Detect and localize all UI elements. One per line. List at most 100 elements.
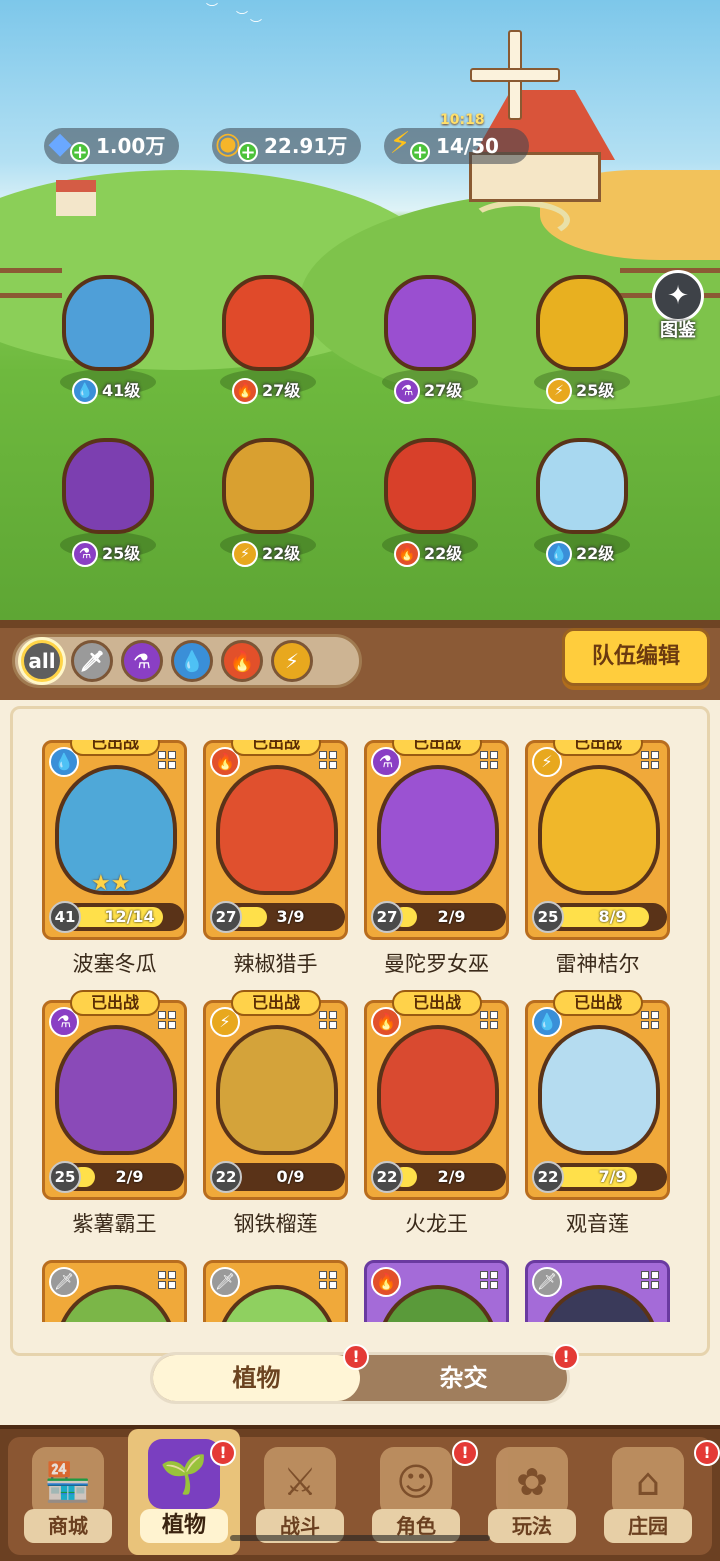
- lightning-icon: ⚡: [284, 649, 300, 673]
- card-frame: 🔥 27 3/9: [203, 740, 348, 940]
- field-plant[interactable]: 🔥 22级: [360, 418, 500, 568]
- plant-card[interactable]: 已出战 🔥 22 2/9 火龙王: [364, 990, 509, 1238]
- gem-amount: 1.00万: [96, 134, 166, 158]
- energy-amount: 14/50: [436, 134, 499, 158]
- plant-card[interactable]: 已出战 ⚗ 27 2/9 曼陀罗女巫: [364, 740, 509, 978]
- plant-card[interactable]: 已出战 ⚡ 25 8/9 雷神桔尔: [525, 740, 670, 978]
- plant-card[interactable]: 🗡: [203, 1260, 348, 1322]
- thunder-icon: ⚡: [546, 378, 572, 404]
- gallery-label: 图鉴: [660, 320, 696, 341]
- bird-icon: ︶: [250, 18, 263, 32]
- field-plant[interactable]: 💧 22级: [512, 418, 652, 568]
- field-plant[interactable]: 💧 41级: [38, 255, 178, 405]
- card-frame: ⚗ 25 2/9: [42, 1000, 187, 1200]
- field-plant[interactable]: 🔥 27级: [198, 255, 338, 405]
- plant-portrait: [538, 765, 660, 895]
- nav-label: 商城: [24, 1509, 112, 1543]
- filter-bar: all 🗡 ⚗ 💧 🔥 ⚡ 队伍编辑: [0, 620, 720, 700]
- plant-figure: [384, 275, 476, 371]
- battle-icon: ⚔: [264, 1447, 336, 1517]
- fragment-count: 12/14: [104, 907, 155, 926]
- sword-icon: 🗡: [79, 649, 105, 673]
- coin-counter[interactable]: ◉ + 22.91万: [212, 126, 362, 164]
- card-level: 22: [532, 1161, 564, 1193]
- plant-card[interactable]: 已出战 ⚗ 25 2/9 紫薯霸王: [42, 990, 187, 1238]
- level-text: 25级: [102, 544, 141, 563]
- card-level: 27: [371, 901, 403, 933]
- plant-card[interactable]: 🗡: [525, 1260, 670, 1322]
- nav-alert-badge: !: [694, 1440, 720, 1466]
- field-plant[interactable]: ⚗ 27级: [360, 255, 500, 405]
- plant-figure: [536, 275, 628, 371]
- water-icon: 💧: [72, 378, 98, 404]
- plant-name: 紫薯霸王: [72, 1212, 157, 1236]
- sword-icon: 🗡: [532, 1267, 562, 1297]
- energy-timer: 10:18: [440, 112, 485, 128]
- field-plant[interactable]: ⚡ 25级: [512, 255, 652, 405]
- filter-sword-button[interactable]: 🗡: [71, 640, 113, 682]
- nav-label: 植物: [140, 1509, 228, 1543]
- shape-grid-icon: [319, 1271, 337, 1289]
- team-edit-button[interactable]: 队伍编辑: [562, 628, 710, 686]
- add-gems-button[interactable]: +: [70, 142, 90, 162]
- filter-all-button[interactable]: all: [21, 640, 63, 682]
- home-indicator: [230, 1535, 490, 1541]
- field-plant[interactable]: ⚡ 22级: [198, 418, 338, 568]
- tab-hybrid[interactable]: 杂交: [360, 1355, 567, 1401]
- plant-card[interactable]: 已出战 💧 ★★ 41 12/14 波塞冬瓜: [42, 740, 187, 978]
- plant-portrait: [377, 765, 499, 895]
- deployed-badge: 已出战: [553, 740, 643, 756]
- fragment-progress-bar: 22 0/9: [210, 1161, 345, 1193]
- plant-card[interactable]: 🔥: [364, 1260, 509, 1322]
- plant-card[interactable]: 已出战 💧 22 7/9 观音莲: [525, 990, 670, 1238]
- shape-grid-icon: [158, 1011, 176, 1029]
- plant-name: 钢铁榴莲: [233, 1212, 318, 1236]
- plant-card[interactable]: 🗡: [42, 1260, 187, 1322]
- nav-item[interactable]: 🏪 商城: [12, 1437, 124, 1555]
- shape-grid-icon: [158, 1271, 176, 1289]
- nav-alert-badge: !: [210, 1440, 236, 1466]
- gem-counter[interactable]: ◆ + 1.00万: [44, 126, 180, 164]
- fragment-progress-bar: 27 3/9: [210, 901, 345, 933]
- tab-plants[interactable]: 植物: [153, 1355, 360, 1401]
- add-coins-button[interactable]: +: [238, 142, 258, 162]
- energy-counter[interactable]: ⚡ + 14/50: [384, 126, 529, 164]
- nav-item[interactable]: ⌂ 庄园: [592, 1437, 704, 1555]
- element-filters: all 🗡 ⚗ 💧 🔥 ⚡: [12, 634, 362, 688]
- deployed-badge: 已出战: [231, 740, 321, 756]
- card-level: 25: [532, 901, 564, 933]
- fragment-count: 2/9: [437, 1167, 466, 1186]
- plant-portrait: [55, 1025, 177, 1155]
- fire-icon: 🔥: [232, 378, 258, 404]
- filter-fire-button[interactable]: 🔥: [221, 640, 263, 682]
- fragment-count: 3/9: [276, 907, 305, 926]
- filter-magic-button[interactable]: ⚗: [121, 640, 163, 682]
- card-frame: 💧 22 7/9: [525, 1000, 670, 1200]
- field-plant[interactable]: ⚗ 25级: [38, 418, 178, 568]
- plant-card[interactable]: 已出战 ⚡ 22 0/9 钢铁榴莲: [203, 990, 348, 1238]
- plants-alert-badge: !: [343, 1344, 369, 1370]
- filter-water-button[interactable]: 💧: [171, 640, 213, 682]
- level-text: 22级: [424, 544, 463, 563]
- filter-thunder-button[interactable]: ⚡: [271, 640, 313, 682]
- gallery-icon: ✦: [652, 270, 704, 322]
- fragment-progress-bar: 25 8/9: [532, 901, 667, 933]
- plant-card-grid[interactable]: 已出战 💧 ★★ 41 12/14 波塞冬瓜 已出战 🔥 27 3/9 辣椒猎手 已出战 ⚗ 27 2/9 曼…: [42, 740, 682, 1322]
- gallery-button[interactable]: ✦ 图鉴: [648, 270, 708, 341]
- plant-portrait: [538, 1025, 660, 1155]
- plant-card[interactable]: 已出战 🔥 27 3/9 辣椒猎手: [203, 740, 348, 978]
- shape-grid-icon: [158, 751, 176, 769]
- field-plant-level: 💧 22级: [546, 540, 614, 568]
- sword-icon: 🗡: [210, 1267, 240, 1297]
- star-rating: ★★: [91, 871, 131, 896]
- nav-label: 玩法: [488, 1509, 576, 1543]
- card-frame: 🗡: [203, 1260, 348, 1322]
- plants-icon: 🌱: [148, 1439, 220, 1509]
- magic-icon: ⚗: [394, 378, 420, 404]
- shape-grid-icon: [641, 751, 659, 769]
- add-energy-button[interactable]: +: [410, 142, 430, 162]
- nav-item[interactable]: ✿ 玩法: [476, 1437, 588, 1555]
- deployed-badge: 已出战: [70, 990, 160, 1016]
- field-plant-level: 🔥 22级: [394, 540, 462, 568]
- plant-figure: [62, 438, 154, 534]
